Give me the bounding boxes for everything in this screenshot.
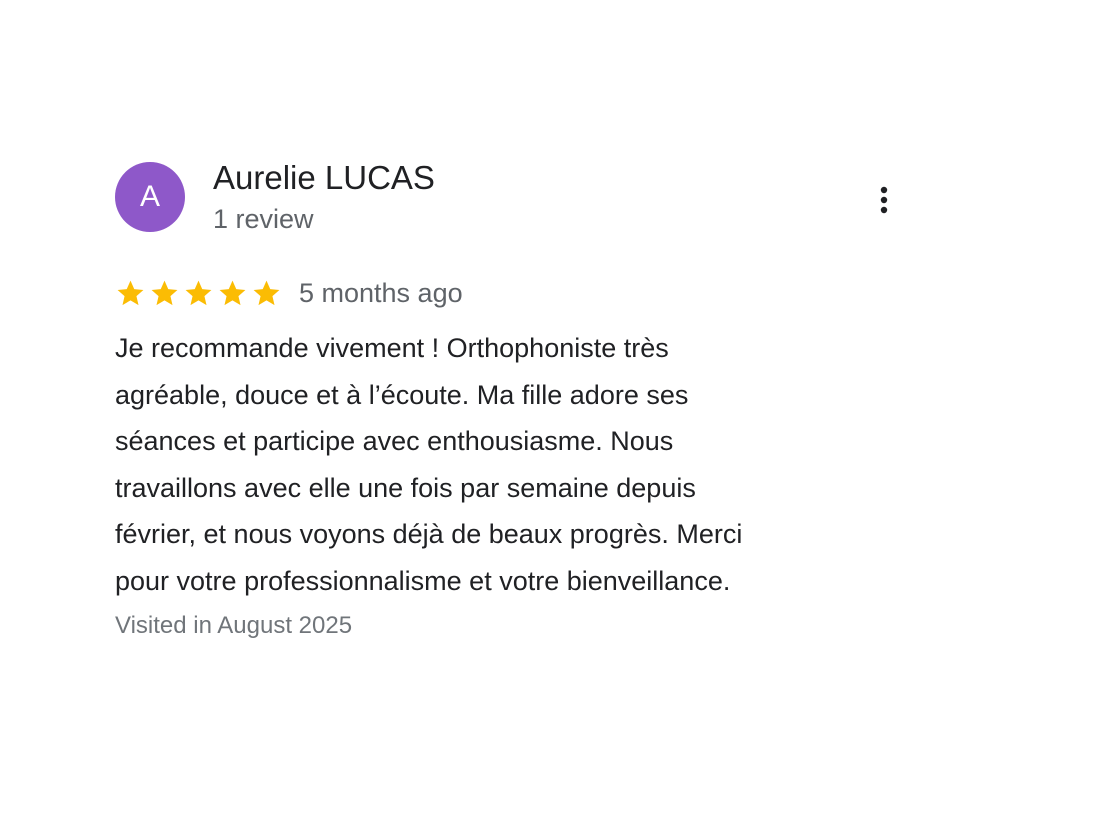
review-count[interactable]: 1 review xyxy=(213,203,314,235)
avatar-letter: A xyxy=(139,180,160,213)
review-text-line: Je recommande vivement ! Orthophoniste t… xyxy=(115,333,669,363)
star-icon xyxy=(151,280,178,305)
star-icon xyxy=(219,280,246,305)
review-date: 5 months ago xyxy=(299,278,463,308)
review-card: A Aurelie LUCAS 1 review 5 months ago Je… xyxy=(0,0,1104,836)
more-vert-icon xyxy=(880,186,888,214)
review-text-line: travaillons avec elle une fois par semai… xyxy=(115,472,696,503)
star-rating xyxy=(115,278,285,309)
review-text-line: séances et participe avec enthousiasme. … xyxy=(115,426,674,456)
review-text-line: pour votre professionnalisme et votre bi… xyxy=(115,565,731,596)
reviewer-name[interactable]: Aurelie LUCAS xyxy=(213,159,435,197)
star-icon xyxy=(185,280,212,305)
rating-row: 5 months ago xyxy=(115,274,463,312)
star-icon xyxy=(117,280,144,305)
review-text-line: agréable, douce et à l’écoute. Ma fille … xyxy=(115,379,689,410)
visit-info: Visited in August 2025 xyxy=(115,612,353,639)
review-text-line: février, et nous voyons déjà de beaux pr… xyxy=(115,519,743,549)
avatar[interactable]: A xyxy=(115,162,185,232)
star-icon xyxy=(253,280,280,305)
review-text: Je recommande vivement ! Orthophoniste t… xyxy=(115,325,905,604)
more-options-button[interactable] xyxy=(868,178,900,222)
